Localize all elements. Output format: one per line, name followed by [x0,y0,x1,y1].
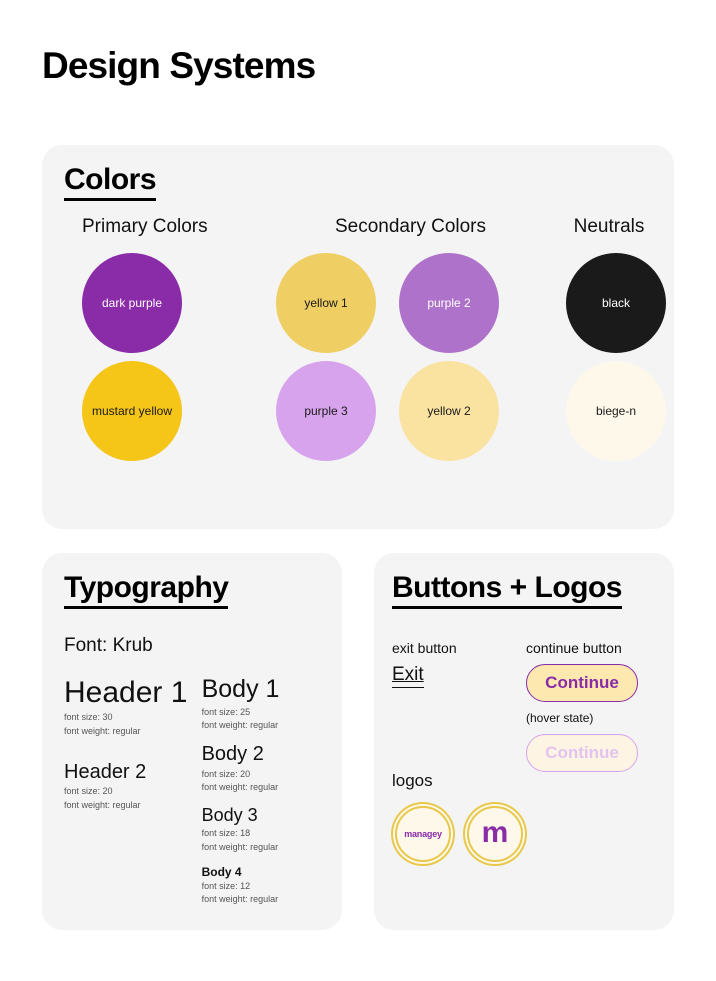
type-sample: Body 2 [201,743,264,765]
exit-button-caption: exit button [392,640,457,656]
type-spec-body-1: Body 1 font size: 25 font weight: regula… [202,675,330,731]
color-swatch-label: yellow 1 [304,296,348,310]
buttons-heading: Buttons + Logos [392,571,622,609]
color-group-label-neutrals: Neutrals [573,216,645,237]
typography-heading: Typography [64,571,229,609]
swatch-row: purple 3 yellow 2 [276,361,499,461]
color-swatch-label: biege-n [595,404,637,418]
type-spec-weight: font weight: regular [64,725,141,736]
color-swatch-purple-3[interactable]: purple 3 [276,361,376,461]
color-group-neutrals: Neutrals black biege-n [566,216,666,461]
color-swatch-black[interactable]: black [566,253,666,353]
color-swatch-mustard-yellow[interactable]: mustard yellow [82,361,182,461]
logo-monogram-text: m [481,815,509,849]
typography-heading-wrap: Typography [64,571,229,609]
type-spec-size: font size: 20 [201,768,251,779]
logo-wordmark-managey[interactable]: managey [395,806,451,862]
colors-heading-wrap: Colors [64,163,157,201]
type-spec-body-2: Body 2 font size: 20 font weight: regula… [202,743,330,793]
colors-heading: Colors [64,163,157,201]
color-group-primary: Primary Colors dark purple mustard yello… [64,217,276,461]
swatch-row: dark purple [64,253,182,353]
type-sample: Body 4 [201,864,242,879]
swatch-row: yellow 1 purple 2 [276,253,499,353]
color-swatch-yellow-2[interactable]: yellow 2 [399,361,499,461]
type-sample: Header 2 [64,760,147,783]
type-sample: Body 3 [201,805,258,826]
type-spec-header-1: Header 1 font size: 30 font weight: regu… [64,675,202,737]
continue-button-block: continue button Continue (hover state) C… [526,641,638,772]
page-title: Design Systems [42,45,316,86]
type-spec-size: font size: 20 [64,786,113,797]
continue-button-caption: continue button [526,640,622,656]
logos-block: logos managey m [392,771,526,865]
typography-panel: Typography Font: Krub Header 1 font size… [42,553,342,930]
color-swatch-yellow-1[interactable]: yellow 1 [276,253,376,353]
color-swatch-dark-purple[interactable]: dark purple [82,253,182,353]
swatch-row: black [566,253,666,353]
typography-column-headers: Header 1 font size: 30 font weight: regu… [64,675,202,917]
typography-column-body: Body 1 font size: 25 font weight: regula… [202,675,330,917]
type-spec-weight: font weight: regular [201,841,279,852]
type-spec-size: font size: 25 [201,706,251,717]
type-spec-weight: font weight: regular [201,781,279,792]
type-spec-weight: font weight: regular [201,719,279,730]
swatch-rows-neutrals: black biege-n [566,253,666,461]
color-swatch-label: yellow 2 [427,404,471,418]
color-swatch-label: dark purple [101,296,163,310]
type-spec-body-4: Body 4 font size: 12 font weight: regula… [202,865,330,906]
hover-state-note: (hover state) [526,711,594,725]
continue-button[interactable]: Continue [526,664,638,702]
swatch-row: biege-n [566,361,666,461]
colors-panel: Colors Primary Colors dark purple mustar… [42,145,674,529]
color-swatch-label: mustard yellow [91,404,173,418]
logos-caption: logos [392,771,433,790]
buttons-heading-wrap: Buttons + Logos [392,571,622,609]
color-swatch-label: purple 2 [427,296,471,310]
color-swatch-biege-n[interactable]: biege-n [566,361,666,461]
type-spec-header-2: Header 2 font size: 20 font weight: regu… [64,761,202,811]
type-sample: Header 1 [64,676,188,709]
logo-row: managey m [392,803,526,865]
color-group-label-primary: Primary Colors [82,216,208,237]
color-swatch-label: black [601,296,630,310]
swatch-rows-secondary: yellow 1 purple 2 purple 3 yellow 2 [276,253,499,461]
type-spec-size: font size: 18 [201,828,251,839]
exit-button[interactable]: Exit [392,664,424,688]
color-group-label-secondary: Secondary Colors [334,216,487,237]
color-groups: Primary Colors dark purple mustard yello… [64,216,666,461]
continue-button-hover-state[interactable]: Continue [526,734,638,772]
swatch-rows-primary: dark purple mustard yellow [64,253,182,461]
typography-columns: Header 1 font size: 30 font weight: regu… [64,675,330,917]
color-group-secondary: Secondary Colors yellow 1 purple 2 purpl… [276,217,566,461]
typography-font-name: Font: Krub [64,635,153,656]
type-spec-size: font size: 12 [201,880,251,891]
type-spec-size: font size: 30 [64,712,113,723]
color-swatch-label: purple 3 [304,404,348,418]
exit-button-block: exit button Exit [392,641,457,688]
type-spec-weight: font weight: regular [64,799,141,810]
swatch-row: mustard yellow [64,361,182,461]
logo-wordmark-text: managey [404,829,442,839]
buttons-logos-panel: Buttons + Logos exit button Exit continu… [374,553,674,930]
type-sample: Body 1 [201,675,280,703]
type-spec-weight: font weight: regular [201,894,279,905]
color-swatch-purple-2[interactable]: purple 2 [399,253,499,353]
type-spec-body-3: Body 3 font size: 18 font weight: regula… [202,805,330,853]
logo-monogram-m[interactable]: m [467,806,523,862]
